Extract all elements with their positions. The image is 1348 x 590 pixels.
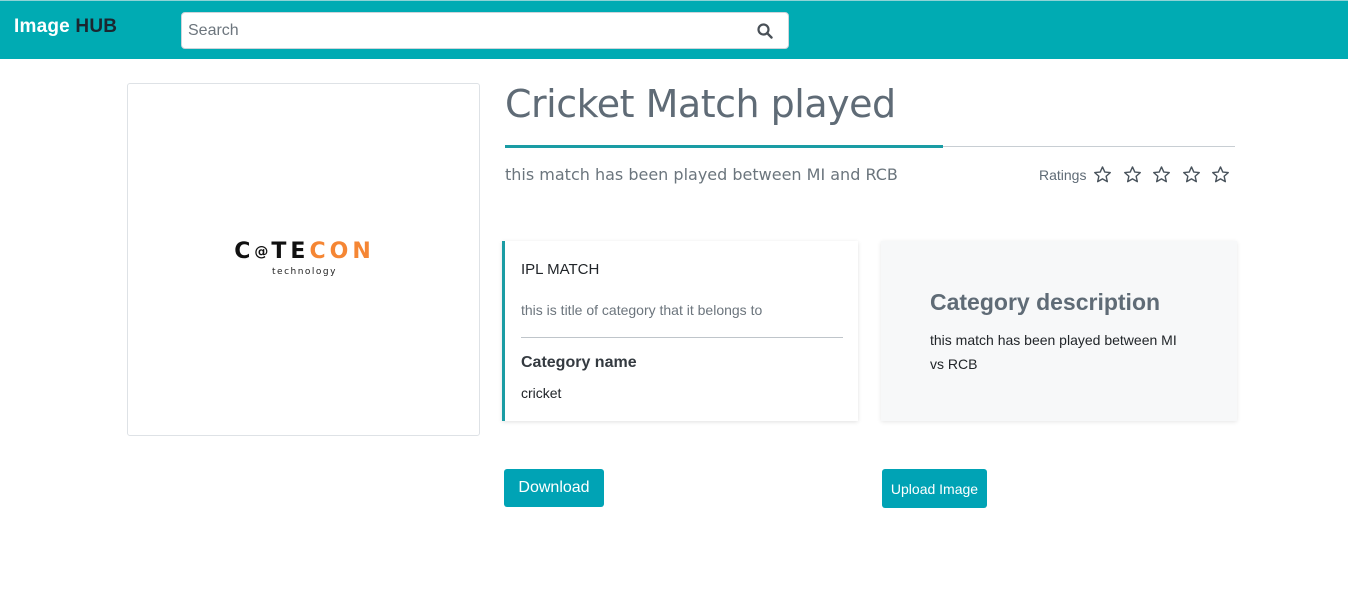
category-description-card: Category description this match has been… xyxy=(881,241,1237,421)
logo-letters-con: CON xyxy=(309,239,375,264)
search-button[interactable] xyxy=(742,13,788,48)
category-description-text: this match has been played between MI vs… xyxy=(930,332,1177,372)
category-info-card: IPL MATCH this is title of category that… xyxy=(502,241,858,421)
logo-tagline: technology xyxy=(272,267,337,277)
logo-at: @ xyxy=(254,244,272,260)
brand-logo[interactable]: Image HUB xyxy=(14,16,117,38)
upload-image-button[interactable]: Upload Image xyxy=(882,469,987,508)
star-outline-icon[interactable] xyxy=(1182,165,1201,184)
logo-letter-c: C xyxy=(234,239,255,264)
image-preview: C@TECON technology xyxy=(127,83,480,436)
ratings: Ratings xyxy=(1039,165,1230,184)
category-description-title: Category description xyxy=(930,289,1161,315)
search-icon xyxy=(757,22,773,39)
brand-suffix: HUB xyxy=(75,16,118,37)
category-name-label: Category name xyxy=(521,354,637,371)
star-outline-icon[interactable] xyxy=(1093,165,1112,184)
ratings-label: Ratings xyxy=(1039,166,1087,183)
info-card-description: this is title of category that it belong… xyxy=(521,302,763,318)
star-outline-icon[interactable] xyxy=(1123,165,1142,184)
brand-prefix: Image xyxy=(14,16,70,37)
catecon-logo: C@TECON technology xyxy=(128,239,481,277)
logo-wordmark: C@TECON xyxy=(128,239,481,265)
navbar: Image HUB xyxy=(0,0,1348,59)
info-card-title: IPL MATCH xyxy=(521,261,600,278)
search-input[interactable] xyxy=(182,13,742,48)
logo-letters-te: TE xyxy=(271,239,310,264)
category-name-value: cricket xyxy=(521,385,562,401)
page-subtitle: this match has been played between MI an… xyxy=(505,165,898,184)
star-outline-icon[interactable] xyxy=(1152,165,1171,184)
star-outline-icon[interactable] xyxy=(1211,165,1230,184)
page-title: Cricket Match played xyxy=(505,82,896,126)
search-bar xyxy=(181,12,789,49)
download-button[interactable]: Download xyxy=(504,469,604,507)
title-divider-accent xyxy=(505,145,943,148)
info-card-divider xyxy=(521,337,843,338)
